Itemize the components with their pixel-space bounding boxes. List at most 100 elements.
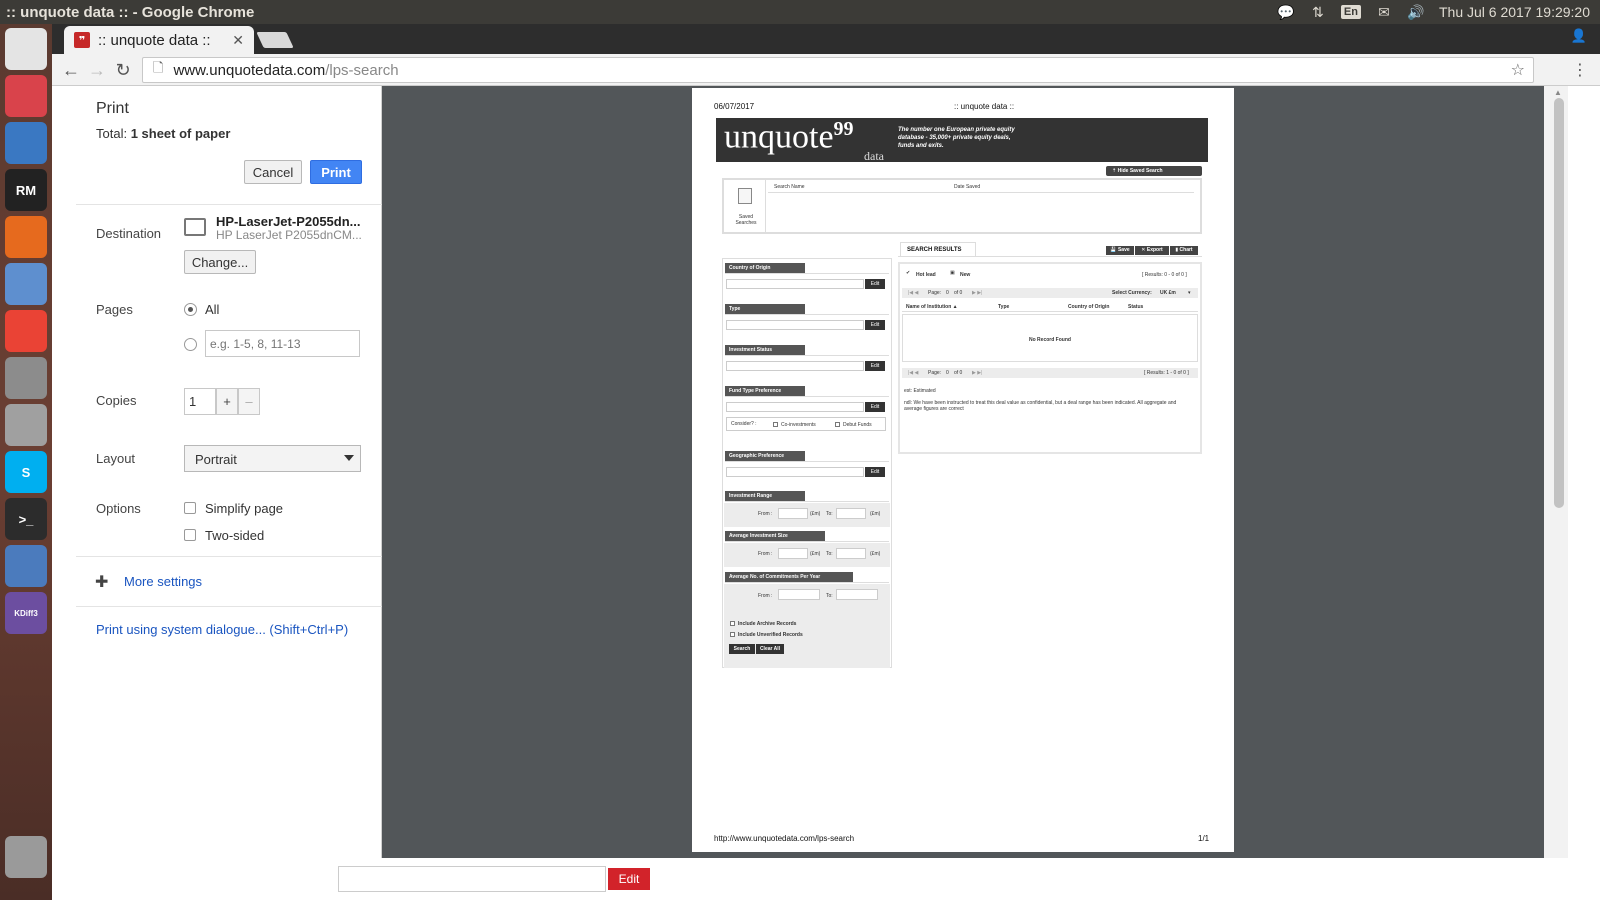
cancel-button[interactable]: Cancel [244,160,302,184]
chat-app-icon[interactable] [5,75,47,117]
filter-type-header: Type [725,304,805,314]
change-destination-button[interactable]: Change... [184,250,256,274]
plus-icon[interactable]: ✚ [95,572,108,592]
commit-from-input [778,589,820,600]
pages-all-radio[interactable] [184,303,197,316]
filter-fundtype-edit: Edit [865,402,885,412]
preview-scrollbar[interactable]: ▲ [1544,86,1568,858]
text-editor-icon[interactable] [5,404,47,446]
filter-divider [725,582,889,583]
clock[interactable]: Thu Jul 6 2017 19:29:20 [1439,4,1590,20]
thunderbird-icon[interactable] [5,122,47,164]
col-status: Status [1128,304,1144,310]
network-icon[interactable]: ⇅ [1309,3,1327,21]
messaging-icon[interactable]: 💬 [1277,3,1295,21]
close-tab-icon[interactable]: ✕ [232,32,244,49]
currency-select: UK £m [1160,290,1176,296]
keyboard-language[interactable]: En [1340,5,1361,19]
commit-to-input [836,589,878,600]
volume-icon[interactable]: 🔊 [1407,3,1425,21]
simplify-page-label: Simplify page [205,501,284,516]
pages-all-label: All [205,302,220,317]
reload-icon[interactable]: ↻ [112,60,134,80]
bookmark-star-icon[interactable]: ☆ [1511,60,1525,80]
range-from-label: From : [758,511,773,517]
results-body: ✔ Hot lead ▣ New [ Results: 0 - 0 of 0 ]… [898,262,1202,454]
range-to-label: To: [826,511,833,517]
commit-to-label: To: [826,593,833,599]
results-tab-divider [898,256,1202,257]
kdiff3-icon[interactable]: KDiff3 [5,592,47,634]
copies-input[interactable]: 1 [184,388,216,415]
copies-increment-button[interactable]: + [216,388,238,415]
url-host: www.unquotedata.com [173,61,326,79]
filter-avgsize-header: Average Investment Size [725,531,825,541]
filter-status-edit: Edit [865,361,885,371]
avgsize-from-input [778,548,808,559]
simplify-page-checkbox[interactable] [184,502,196,514]
scrollbar-thumb[interactable] [1554,98,1564,508]
ubuntu-dash-icon[interactable] [5,28,47,70]
logo-subtitle: data [864,149,884,163]
filter-status-input [726,361,864,371]
address-bar[interactable]: 🗋 www.unquotedata.com/lps-search ☆ [142,57,1534,83]
page-search-input[interactable] [338,866,606,892]
back-arrow-icon[interactable]: ← [60,60,82,80]
tab-unquote-data[interactable]: ❞ :: unquote data :: ✕ [64,26,254,54]
filter-divider [725,541,889,542]
filter-country-input [726,279,864,289]
scroll-up-icon[interactable]: ▲ [1554,88,1562,97]
system-tray: 💬 ⇅ En ✉ 🔊 Thu Jul 6 2017 19:29:20 [1277,0,1590,24]
terminal-icon[interactable]: >_ [5,498,47,540]
unverified-checkbox [730,632,735,637]
filter-commit-header: Average No. of Commitments Per Year [725,572,853,582]
layout-select[interactable]: Portrait [184,445,361,472]
filter-divider [725,355,889,356]
search-results-tab: SEARCH RESULTS [900,242,976,256]
layout-value: Portrait [195,452,237,467]
unquote-logo: unquote99 [724,118,854,156]
print-total: Total: 1 sheet of paper [96,126,231,141]
copies-decrement-button[interactable]: – [238,388,260,415]
mail-icon[interactable]: ✉ [1375,3,1393,21]
pages-custom-input[interactable] [205,330,360,357]
page-edit-button[interactable]: Edit [608,868,650,890]
filter-geo-edit: Edit [865,467,885,477]
chrome-menu-icon[interactable]: ⋮ [1572,60,1588,80]
banner-tagline: The number one European private equity d… [898,127,1015,149]
files-icon[interactable] [5,357,47,399]
forward-arrow-icon[interactable]: → [86,60,108,80]
search-results-panel: SEARCH RESULTS 💾 Save ✕ Export ▮ Chart ✔… [898,242,1202,454]
page-info-icon[interactable]: 🗋 [153,59,163,81]
trash-icon[interactable] [5,836,47,878]
print-button[interactable]: Print [310,160,362,184]
filter-fundtype-header: Fund Type Preference [725,386,805,396]
virtualbox-icon[interactable] [5,545,47,587]
pager-page-label: Page: [928,370,942,376]
search-button: Search [729,644,755,654]
consider-label: Consider? : [731,421,757,427]
firefox-icon[interactable] [5,216,47,258]
profile-icon[interactable]: 👤 [1568,28,1590,48]
printer-name: HP-LaserJet-P2055dn... [216,214,361,229]
chromium-icon[interactable] [5,263,47,305]
range-from-input [778,508,808,519]
more-settings-link[interactable]: More settings [124,574,202,589]
copies-label: Copies [96,393,137,408]
new-tab-button[interactable] [256,32,294,48]
avgsize-to-input [836,548,866,559]
avgsize-row: From : (£m) To: (£m) [724,543,890,567]
pages-custom-radio[interactable] [184,338,197,351]
chrome-icon[interactable] [5,310,47,352]
skype-icon[interactable]: S [5,451,47,493]
pager-next-last-icon: ▶ ▶| [972,290,983,296]
range-to-unit: (£m) [870,511,881,517]
range-from-unit: (£m) [810,511,821,517]
results-count-top: [ Results: 0 - 0 of 0 ] [1142,272,1187,278]
system-dialogue-link[interactable]: Print using system dialogue... (Shift+Ct… [96,622,348,637]
divider [76,606,382,607]
chrome-toolbar: ← → ↻ 🗋 www.unquotedata.com/lps-search ☆… [52,54,1600,86]
ndl-note: ndl: We have been instructed to treat th… [904,400,1177,412]
two-sided-checkbox[interactable] [184,529,196,541]
rubymine-icon[interactable]: RM [5,169,47,211]
